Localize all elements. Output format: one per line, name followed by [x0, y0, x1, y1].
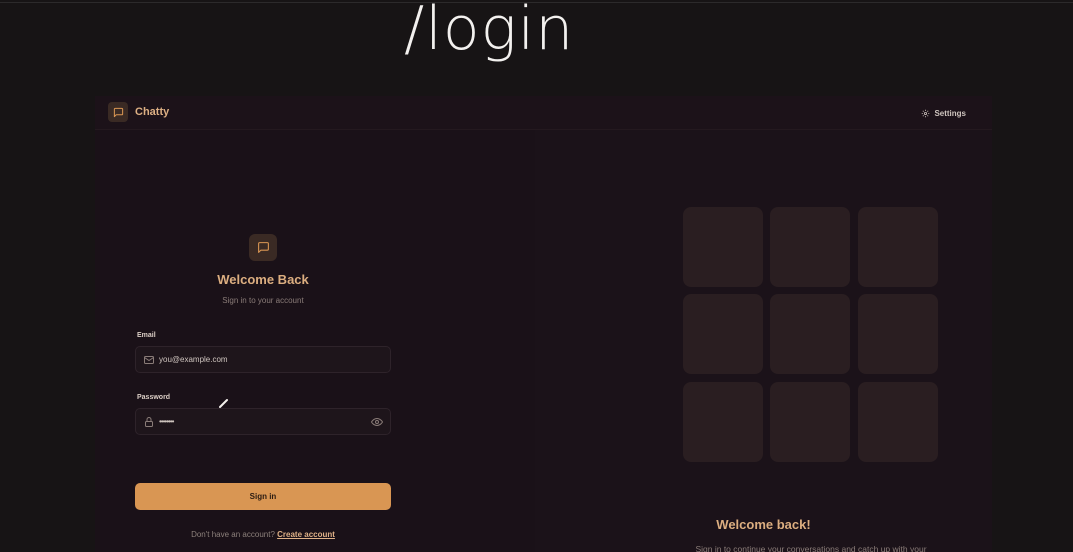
eye-icon[interactable]	[371, 416, 383, 428]
create-account-link[interactable]: Create account	[277, 530, 335, 539]
promo-subtitle: Sign in to continue your conversations a…	[695, 544, 927, 552]
promo-panel: Welcome back! Sign in to continue your c…	[535, 130, 992, 552]
gear-icon	[922, 109, 930, 117]
promo-title: Welcome back!	[716, 517, 811, 532]
screen: /login Chatty Settings Welcome Back Sign…	[0, 0, 1073, 552]
app-window: Chatty Settings Welcome Back Sign in to …	[95, 96, 992, 552]
pattern-tile	[858, 207, 938, 287]
login-title: Welcome Back	[217, 272, 309, 287]
pattern-tile	[770, 382, 850, 462]
email-field[interactable]: you@example.com	[135, 346, 391, 373]
message-square-icon	[113, 107, 123, 117]
email-input[interactable]: you@example.com	[159, 355, 228, 364]
pattern-tile	[683, 207, 763, 287]
signup-prompt: Don't have an account? Create account	[95, 530, 431, 539]
login-subtitle: Sign in to your account	[222, 296, 304, 305]
mail-icon	[144, 356, 154, 364]
pattern-tile	[683, 382, 763, 462]
password-label: Password	[137, 394, 171, 401]
pattern-tile	[683, 294, 763, 374]
pen-cursor-icon	[219, 399, 228, 408]
brand-logo[interactable]	[108, 102, 128, 122]
signup-text: Don't have an account?	[191, 530, 275, 539]
settings-button[interactable]: Settings	[921, 105, 966, 121]
login-logo	[249, 234, 277, 261]
pattern-tile	[858, 294, 938, 374]
lock-icon	[145, 417, 153, 427]
settings-label: Settings	[934, 108, 966, 118]
email-label: Email	[137, 332, 156, 339]
pattern-tile	[858, 382, 938, 462]
brand-name[interactable]: Chatty	[135, 106, 169, 118]
sign-in-button[interactable]: Sign in	[135, 483, 391, 510]
pattern-tile	[770, 294, 850, 374]
login-panel: Welcome Back Sign in to your account Ema…	[95, 130, 535, 552]
message-square-icon	[257, 242, 269, 253]
password-input[interactable]: ••••••••	[159, 417, 174, 426]
pattern-tile	[770, 207, 850, 287]
route-annotation: /login	[404, 0, 575, 64]
app-header: Chatty Settings	[95, 96, 992, 130]
password-field[interactable]: ••••••••	[135, 408, 391, 435]
